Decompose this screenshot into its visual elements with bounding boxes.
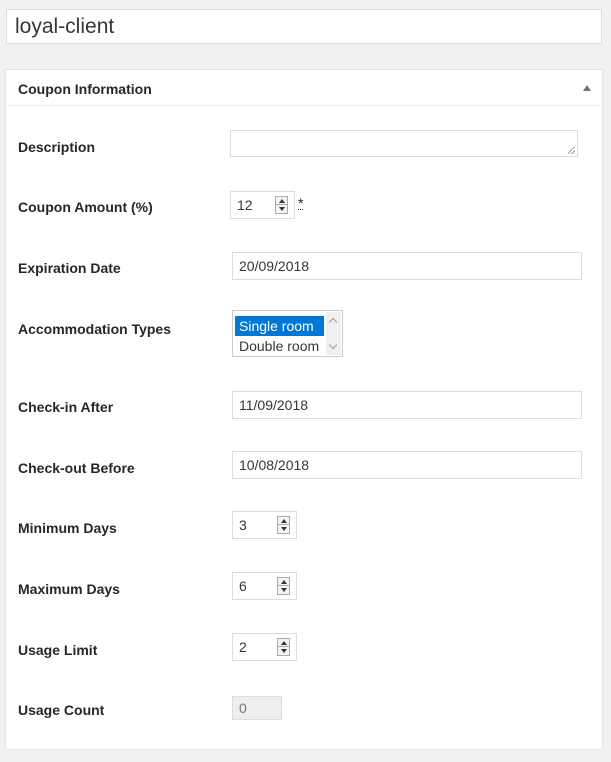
accommodation-types-label: Accommodation Types (18, 321, 171, 337)
spinner-arrows-icon[interactable] (277, 638, 290, 656)
check-in-after-field[interactable]: 11/09/2018 (232, 391, 582, 419)
minimum-days-value: 3 (239, 517, 247, 533)
collapse-toggle-icon[interactable] (583, 85, 591, 91)
maximum-days-label: Maximum Days (18, 581, 120, 597)
expiration-date-label: Expiration Date (18, 260, 121, 276)
usage-count-field: 0 (232, 696, 282, 720)
coupon-amount-field[interactable]: 12 (230, 191, 295, 219)
option-single-room[interactable]: Single room (235, 316, 324, 336)
scroll-down-icon[interactable] (328, 340, 338, 350)
post-title-input[interactable]: loyal-client (6, 9, 602, 44)
spinner-arrows-icon[interactable] (275, 196, 288, 214)
usage-limit-label: Usage Limit (18, 642, 98, 658)
maximum-days-value: 6 (239, 578, 247, 594)
coupon-amount-value: 12 (237, 197, 253, 213)
spinner-arrows-icon[interactable] (277, 577, 290, 595)
resize-grip-icon[interactable] (568, 147, 575, 154)
usage-limit-field[interactable]: 2 (232, 633, 297, 661)
description-label: Description (18, 139, 96, 155)
maximum-days-field[interactable]: 6 (232, 572, 297, 600)
description-field[interactable] (230, 130, 578, 157)
minimum-days-field[interactable]: 3 (232, 511, 297, 539)
required-mark: * (298, 195, 304, 211)
usage-count-label: Usage Count (18, 702, 105, 718)
box-header: Coupon Information (6, 70, 602, 106)
spinner-arrows-icon[interactable] (277, 516, 290, 534)
accommodation-types-select[interactable]: Single room Double room (232, 310, 343, 357)
scroll-up-icon[interactable] (328, 317, 338, 327)
check-in-after-label: Check-in After (18, 399, 114, 415)
check-out-before-field[interactable]: 10/08/2018 (232, 451, 582, 479)
minimum-days-label: Minimum Days (18, 520, 117, 536)
usage-limit-value: 2 (239, 639, 247, 655)
select-scrollbar[interactable] (326, 312, 341, 355)
check-out-before-label: Check-out Before (18, 460, 135, 476)
coupon-information-box: Coupon Information Description Coupon Am… (5, 69, 603, 750)
option-double-room[interactable]: Double room (235, 336, 324, 356)
box-title: Coupon Information (18, 81, 152, 97)
coupon-amount-label: Coupon Amount (%) (18, 199, 153, 215)
expiration-date-field[interactable]: 20/09/2018 (232, 252, 582, 280)
